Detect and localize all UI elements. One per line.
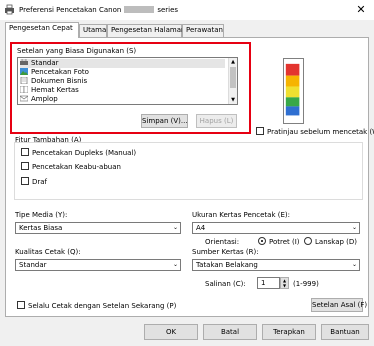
- window-title: Preferensi Pencetakan Canon series: [19, 6, 178, 14]
- commonly-used-settings-list[interactable]: Standar Pencetakan Foto Dokumen Bisnis H…: [17, 57, 238, 105]
- orientation-label: Orientasi:: [205, 238, 240, 246]
- always-print-checkbox[interactable]: [17, 301, 25, 309]
- chevron-down-icon: ⌄: [172, 224, 178, 231]
- paper-source-select[interactable]: Tatakan Belakang ⌄: [192, 259, 360, 271]
- paper-source-value: Tatakan Belakang: [196, 261, 258, 269]
- paper-size-value: A4: [196, 224, 206, 232]
- duplex-printing-checkbox[interactable]: [21, 148, 29, 156]
- paper-size-select[interactable]: A4 ⌄: [192, 222, 360, 234]
- envelope-icon: [20, 95, 28, 102]
- paper-saving-icon: [20, 86, 28, 93]
- scroll-up-icon[interactable]: ▲: [229, 59, 237, 65]
- list-item-label: Pencetakan Foto: [31, 68, 89, 76]
- list-item[interactable]: Standar: [20, 59, 225, 68]
- portrait-label: Potret (I): [269, 238, 300, 246]
- paper-size-label: Ukuran Kertas Pencetak (E):: [192, 211, 290, 219]
- commonly-used-settings-label: Setelan yang Biasa Digunakan (S): [17, 47, 137, 55]
- preview-before-print-label: Pratinjau sebelum mencetak (W): [267, 128, 374, 136]
- grayscale-printing-checkbox[interactable]: [21, 162, 29, 170]
- tab-maintenance[interactable]: Perawatan: [182, 24, 224, 37]
- apply-button[interactable]: Terapkan: [262, 324, 316, 340]
- media-type-label: Tipe Media (Y):: [15, 211, 68, 219]
- copies-value: 1: [261, 279, 266, 287]
- media-type-value: Kertas Biasa: [19, 224, 63, 232]
- chevron-down-icon: ⌄: [351, 224, 357, 231]
- portrait-radio[interactable]: [258, 237, 266, 245]
- printer-app-icon: [5, 4, 14, 15]
- scroll-thumb[interactable]: [230, 67, 236, 88]
- landscape-radio[interactable]: [304, 237, 312, 245]
- tab-quick-setup[interactable]: Pengesetan Cepat: [5, 22, 79, 38]
- copies-label: Salinan (C):: [205, 280, 246, 288]
- list-item[interactable]: Amplop: [20, 95, 225, 104]
- tab-main[interactable]: Utama: [79, 24, 107, 37]
- print-quality-label: Kualitas Cetak (Q):: [15, 248, 81, 256]
- draft-label: Draf: [32, 178, 48, 186]
- grayscale-printing-label: Pencetakan Keabu-abuan: [32, 163, 121, 171]
- list-item[interactable]: Hemat Kertas: [20, 86, 225, 95]
- landscape-label: Lanskap (D): [315, 238, 358, 246]
- model-name-mask: [124, 6, 155, 13]
- paper-source-label: Sumber Kertas (R):: [192, 248, 259, 256]
- list-item-label: Hemat Kertas: [31, 86, 79, 94]
- window-title-suffix: series: [157, 6, 179, 14]
- print-quality-select[interactable]: Standar ⌄: [15, 259, 181, 271]
- chevron-down-icon: ⌄: [351, 261, 357, 268]
- window-title-prefix: Preferensi Pencetakan Canon: [19, 6, 122, 14]
- list-item-label: Amplop: [31, 95, 58, 103]
- always-print-label: Selalu Cetak dengan Setelan Sekarang (P): [28, 302, 177, 310]
- list-item[interactable]: Pencetakan Foto: [20, 68, 225, 77]
- media-type-select[interactable]: Kertas Biasa ⌄: [15, 222, 181, 234]
- delete-button[interactable]: Hapus (L): [196, 114, 237, 128]
- spin-down-icon[interactable]: ▼: [281, 283, 288, 288]
- close-icon[interactable]: ✕: [352, 2, 370, 18]
- scroll-down-icon[interactable]: ▼: [229, 97, 237, 103]
- list-scrollbar[interactable]: ▲ ▼: [228, 58, 237, 104]
- list-item-label: Standar: [31, 59, 59, 67]
- draft-checkbox[interactable]: [21, 177, 29, 185]
- page-preview-image: [283, 58, 304, 124]
- list-item-label: Dokumen Bisnis: [31, 77, 88, 85]
- print-quality-value: Standar: [19, 261, 47, 269]
- copies-input[interactable]: 1: [257, 277, 280, 289]
- copies-spinner[interactable]: ▲ ▼: [280, 277, 289, 289]
- list-item[interactable]: Dokumen Bisnis: [20, 77, 225, 86]
- ok-button[interactable]: OK: [144, 324, 198, 340]
- document-icon: [20, 77, 28, 84]
- help-button[interactable]: Bantuan: [321, 324, 369, 340]
- printer-icon: [20, 59, 28, 65]
- chevron-down-icon: ⌄: [172, 261, 178, 268]
- save-button[interactable]: Simpan (V)...: [141, 114, 188, 128]
- duplex-printing-label: Pencetakan Dupleks (Manual): [32, 149, 137, 157]
- defaults-button[interactable]: Setelan Asal (F): [311, 298, 367, 312]
- photo-icon: [20, 68, 28, 75]
- cancel-button[interactable]: Batal: [203, 324, 257, 340]
- tab-page-setup[interactable]: Pengesetan Halaman: [107, 24, 185, 37]
- preview-before-print-checkbox[interactable]: [256, 127, 264, 135]
- copies-range: (1-999): [293, 280, 319, 288]
